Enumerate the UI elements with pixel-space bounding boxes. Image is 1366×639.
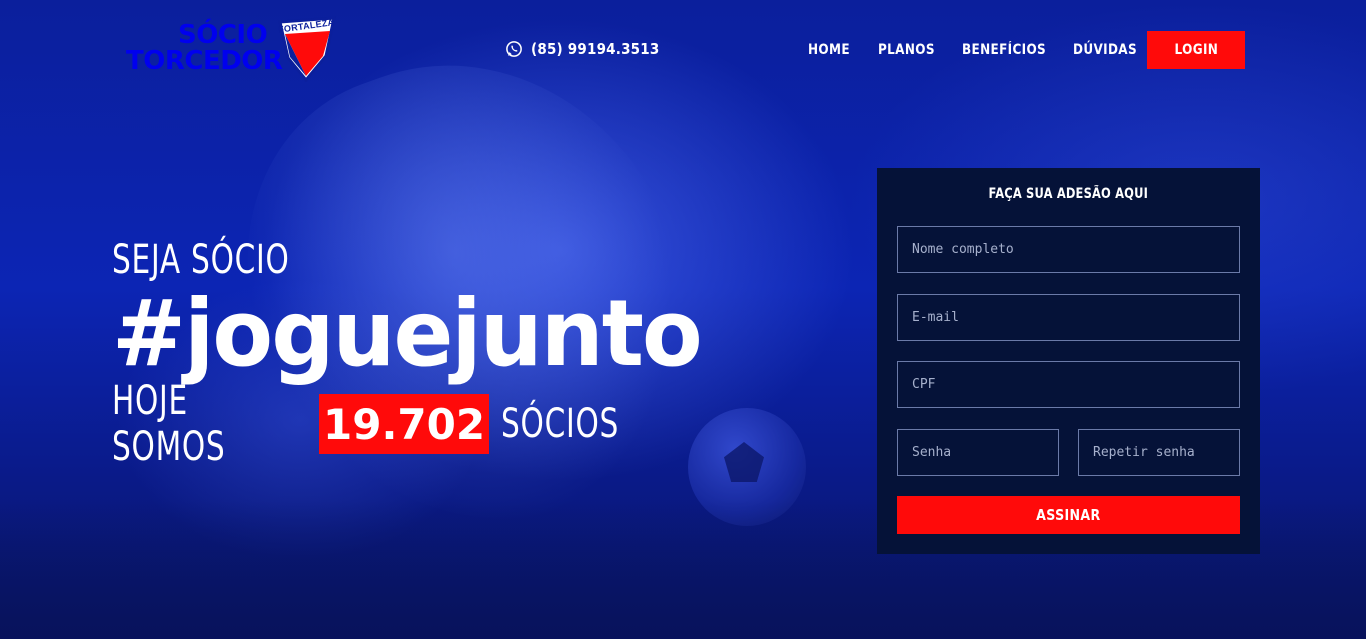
nav-duvidas[interactable]: DÚVIDAS xyxy=(1073,42,1137,58)
logo-line-1: SÓCIO xyxy=(178,20,268,50)
site-header: SÓCIO TORCEDOR FORTALEZA (85) 99194.3513… xyxy=(0,0,1366,96)
member-count-suffix: SÓCIOS xyxy=(501,401,620,447)
logo-line-2: TORCEDOR xyxy=(126,46,283,76)
whatsapp-icon xyxy=(506,41,522,57)
member-count-prefix: HOJE SOMOS xyxy=(112,378,226,470)
signup-form: FAÇA SUA ADESÃO AQUI ASSINAR xyxy=(877,168,1260,554)
subscribe-button[interactable]: ASSINAR xyxy=(897,496,1240,534)
subscribe-button-label: ASSINAR xyxy=(1036,506,1101,524)
member-count-line: HOJE SOMOS 19.702 SÓCIOS xyxy=(112,378,725,470)
cpf-input[interactable] xyxy=(897,361,1240,408)
nav-planos[interactable]: PLANOS xyxy=(878,42,935,58)
site-logo[interactable]: SÓCIO TORCEDOR FORTALEZA xyxy=(126,16,340,86)
logo-wordmark: SÓCIO TORCEDOR xyxy=(126,20,283,76)
login-button-label: LOGIN xyxy=(1174,42,1218,58)
phone-number: (85) 99194.3513 xyxy=(531,40,660,58)
nav-home[interactable]: HOME xyxy=(808,42,850,58)
password-input[interactable] xyxy=(897,429,1059,476)
full-name-input[interactable] xyxy=(897,226,1240,273)
nav-beneficios[interactable]: BENEFÍCIOS xyxy=(962,42,1046,58)
hero-hashtag: #joguejunto xyxy=(112,280,703,387)
contact-phone[interactable]: (85) 99194.3513 xyxy=(505,38,659,60)
member-count-badge: 19.702 xyxy=(319,394,490,454)
login-button[interactable]: LOGIN xyxy=(1147,31,1245,69)
form-title-text: FAÇA SUA ADESÃO AQUI xyxy=(988,186,1149,202)
repeat-password-input[interactable] xyxy=(1078,429,1240,476)
hero-headline: SEJA SÓCIO #joguejunto HOJE SOMOS 19.702… xyxy=(112,232,725,470)
email-input[interactable] xyxy=(897,294,1240,341)
form-title: FAÇA SUA ADESÃO AQUI xyxy=(877,186,1260,202)
